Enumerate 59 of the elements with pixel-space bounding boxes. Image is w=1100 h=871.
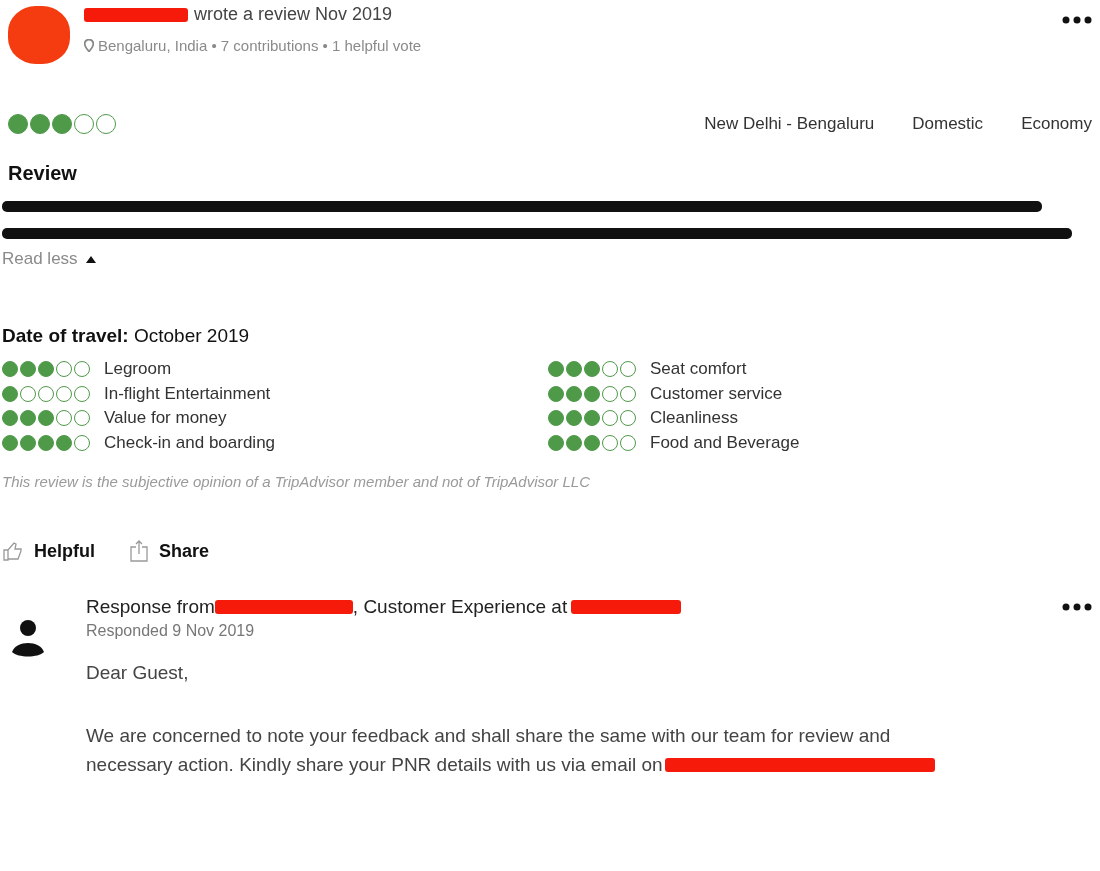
rating-bubble <box>8 114 28 134</box>
rating-label: Check-in and boarding <box>104 432 276 453</box>
rating-bubble <box>20 434 36 451</box>
disclaimer: This review is the subjective opinion of a TripAdvisor member and not of TripAdvisor LLC <box>2 473 592 490</box>
rating-label: In-flight Entertainment <box>104 383 271 404</box>
trip-tag: Economy <box>1021 114 1092 134</box>
rating-bubble <box>20 410 36 427</box>
date-of-travel: Date of travel: October 2019 <box>2 325 251 347</box>
caret-up-icon <box>85 255 96 263</box>
review-byline: wrote a review Nov 2019 <box>194 4 393 25</box>
rating-label: Legroom <box>104 359 172 380</box>
rating-bubble <box>584 385 600 402</box>
trip-tag: Domestic <box>912 114 984 134</box>
rating-bubble <box>548 410 564 427</box>
rating-bubble <box>548 361 564 378</box>
response-text: We are concerned to note your feedback and shall share the same with our team for review and <box>86 724 891 748</box>
read-less-link[interactable]: Read less <box>2 249 96 269</box>
rating-bubble <box>2 434 18 451</box>
rating-bubble <box>30 114 50 134</box>
rating-bubble <box>566 410 582 427</box>
rating-bubble <box>566 434 582 451</box>
rating-bubble <box>584 410 600 427</box>
rating-bubble <box>584 434 600 451</box>
user-silhouette-icon <box>10 618 46 658</box>
response-greeting: Dear Guest, <box>86 661 190 685</box>
rating-bubble <box>2 385 18 402</box>
rating-label: Seat comfort <box>650 359 747 380</box>
more-options-icon[interactable] <box>1062 603 1092 611</box>
rating-bubble <box>38 361 54 378</box>
helpful-button[interactable]: Helpful <box>2 540 95 562</box>
thumbs-up-icon <box>2 541 24 561</box>
reviewer-meta: Bengaluru, India • 7 contributions • 1 helpful vote <box>98 37 422 54</box>
rating-bubble <box>38 434 54 451</box>
rating-label: Cleanliness <box>650 408 738 429</box>
share-icon <box>129 540 149 562</box>
rating-bubble <box>548 434 564 451</box>
rating-bubble <box>56 434 72 451</box>
rating-bubble <box>548 385 564 402</box>
rating-label: Customer service <box>650 383 783 404</box>
response-author: Response from <box>86 596 215 618</box>
rating-bubble <box>20 361 36 378</box>
avatar <box>8 6 70 64</box>
response-text: necessary action. Kindly share your PNR details with us via email on <box>86 753 663 777</box>
rating-bubble <box>566 385 582 402</box>
response-author: , Customer Experience at <box>352 596 568 618</box>
rating-bubble <box>52 114 72 134</box>
trip-tag: New Delhi - Bengaluru <box>704 114 875 134</box>
rating-bubble <box>584 361 600 378</box>
rating-label: Food and Beverage <box>650 432 800 453</box>
location-pin-icon <box>84 39 94 52</box>
rating-bubble <box>2 361 18 378</box>
rating-bubble <box>38 410 54 427</box>
rating-label: Value for money <box>104 408 227 429</box>
rating-bubble <box>2 410 18 427</box>
share-button[interactable]: Share <box>129 540 210 562</box>
response-date: Responded 9 Nov 2019 <box>86 622 256 640</box>
rating-bubble <box>566 361 582 378</box>
more-options-icon[interactable] <box>1062 16 1092 24</box>
section-heading: Review <box>8 162 78 185</box>
